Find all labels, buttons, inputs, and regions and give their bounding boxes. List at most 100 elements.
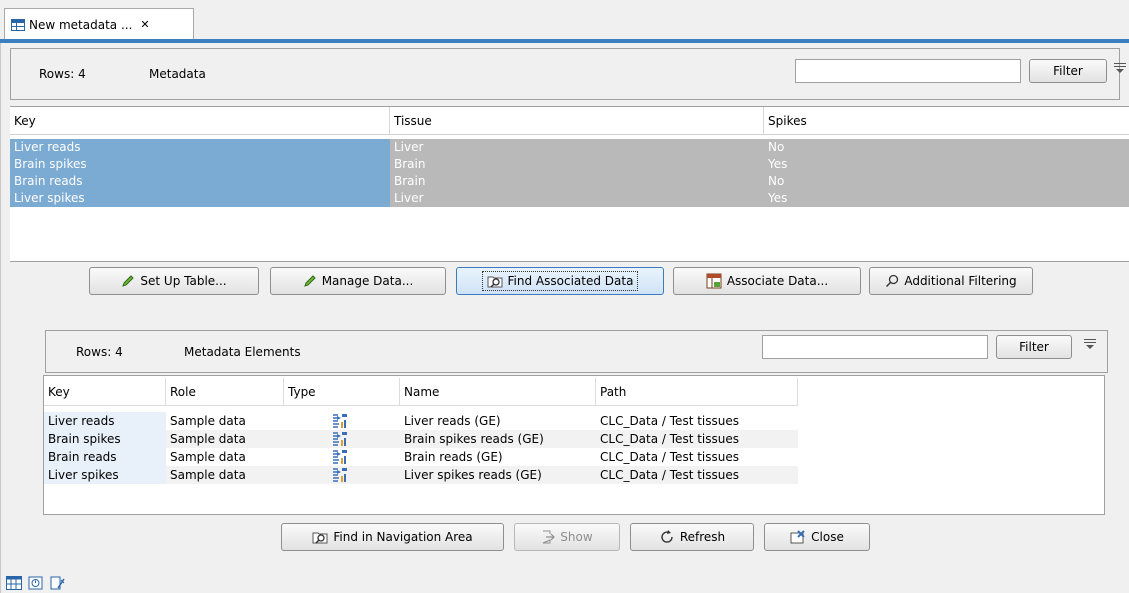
cell-name[interactable]: Liver spikes reads (GE) <box>400 466 596 484</box>
filter-button[interactable]: Filter <box>1029 59 1107 83</box>
cell-type[interactable] <box>284 412 400 430</box>
metadata-elements-header: Rows: 4 Metadata Elements Filter <box>45 330 1108 373</box>
manage-data-button[interactable]: Manage Data... <box>270 267 446 295</box>
associate-data-button[interactable]: Associate Data... <box>673 267 861 295</box>
cell-key[interactable]: Brain reads <box>44 448 166 466</box>
additional-filtering-button[interactable]: Additional Filtering <box>869 267 1033 295</box>
magnifier-icon <box>886 274 899 288</box>
column-header-tissue[interactable]: Tissue <box>390 107 764 135</box>
show-button[interactable]: Show <box>514 523 620 551</box>
focus-ring: Find Associated Data <box>481 271 639 291</box>
close-label: Close <box>811 530 844 544</box>
find-associated-data-label: Find Associated Data <box>507 274 634 288</box>
table-row[interactable]: Brain reads Brain No <box>10 173 1129 190</box>
section-title: Metadata <box>149 67 206 81</box>
table-header: Key Tissue Spikes <box>10 107 1129 135</box>
pencil-icon <box>122 275 135 287</box>
column-header-spikes[interactable]: Spikes <box>764 107 1129 135</box>
table-row[interactable]: Liver spikes Liver Yes <box>10 190 1129 207</box>
cell-spikes: Yes <box>764 156 1129 173</box>
cell-key: Brain spikes <box>10 156 390 173</box>
column-header-key[interactable]: Key <box>10 107 390 135</box>
metadata-table: Key Tissue Spikes Liver reads Liver No B… <box>10 106 1129 262</box>
cell-tissue: Liver <box>390 139 764 156</box>
pencil-icon <box>303 275 316 287</box>
cell-type[interactable] <box>284 448 400 466</box>
filter-button-label: Filter <box>1053 64 1083 78</box>
section-title: Metadata Elements <box>184 345 301 359</box>
refresh-label: Refresh <box>679 530 726 544</box>
annotation-view-icon[interactable] <box>50 576 66 590</box>
cell-key[interactable]: Brain spikes <box>44 430 166 448</box>
table-link-icon <box>706 273 722 289</box>
cell-role[interactable]: Sample data <box>166 448 284 466</box>
associate-data-label: Associate Data... <box>726 274 829 288</box>
tab-new-metadata[interactable]: New metadata ... ✕ <box>4 8 194 40</box>
table-row[interactable]: Liver reads Liver No <box>10 139 1129 156</box>
sequence-list-icon <box>333 432 347 446</box>
column-header-type[interactable]: Type <box>284 378 400 406</box>
cell-path[interactable]: CLC_Data / Test tissues <box>596 466 798 484</box>
sequence-list-icon <box>333 450 347 464</box>
table-row[interactable]: Brain spikes Brain Yes <box>10 156 1129 173</box>
cell-key[interactable]: Liver spikes <box>44 466 166 484</box>
cell-key: Brain reads <box>10 173 390 190</box>
find-associated-data-button[interactable]: Find Associated Data <box>456 267 664 295</box>
cell-role[interactable]: Sample data <box>166 430 284 448</box>
cell-name[interactable]: Liver reads (GE) <box>400 412 596 430</box>
table-options-icon[interactable] <box>1084 339 1096 351</box>
metadata-elements-table: Key Role Type Name Path Liver reads Samp… <box>43 375 1105 515</box>
cell-tissue: Brain <box>390 173 764 190</box>
cell-role[interactable]: Sample data <box>166 412 284 430</box>
rows-count: Rows: 4 <box>76 345 123 359</box>
open-arrow-icon <box>543 530 556 544</box>
filter-button-label: Filter <box>1019 340 1049 354</box>
cell-tissue: Brain <box>390 156 764 173</box>
folder-search-icon <box>312 532 328 544</box>
metadata-header-panel: Rows: 4 Metadata Filter <box>10 48 1126 100</box>
rows-count: Rows: 4 <box>39 67 86 81</box>
history-view-icon[interactable] <box>28 576 44 590</box>
refresh-button[interactable]: Refresh <box>630 523 754 551</box>
cell-key: Liver spikes <box>10 190 390 207</box>
tab-close-icon[interactable]: ✕ <box>140 18 149 31</box>
filter-button[interactable]: Filter <box>996 335 1072 359</box>
cell-path[interactable]: CLC_Data / Test tissues <box>596 430 798 448</box>
view-switcher-bar <box>0 573 1129 593</box>
manage-data-label: Manage Data... <box>321 274 414 288</box>
table-icon <box>11 18 25 31</box>
set-up-table-label: Set Up Table... <box>140 274 227 288</box>
cell-spikes: No <box>764 139 1129 156</box>
cell-key: Liver reads <box>10 139 390 156</box>
column-header-name[interactable]: Name <box>400 378 596 406</box>
show-label: Show <box>560 530 593 544</box>
filter-input[interactable] <box>762 335 988 359</box>
set-up-table-button[interactable]: Set Up Table... <box>89 267 259 295</box>
table-options-icon[interactable] <box>1114 63 1126 75</box>
cell-path[interactable]: CLC_Data / Test tissues <box>596 448 798 466</box>
close-button[interactable]: Close <box>764 523 870 551</box>
cell-path[interactable]: CLC_Data / Test tissues <box>596 412 798 430</box>
find-in-navigation-area-button[interactable]: Find in Navigation Area <box>281 523 504 551</box>
tab-title: New metadata ... <box>29 17 133 32</box>
cell-name[interactable]: Brain reads (GE) <box>400 448 596 466</box>
cell-type[interactable] <box>284 466 400 484</box>
column-header-key[interactable]: Key <box>44 378 166 406</box>
close-window-icon <box>790 530 805 544</box>
additional-filtering-label: Additional Filtering <box>904 274 1017 288</box>
filter-input[interactable] <box>795 59 1021 83</box>
sequence-list-icon <box>333 468 347 482</box>
table-view-icon[interactable] <box>6 576 22 590</box>
find-in-navigation-area-label: Find in Navigation Area <box>333 530 473 544</box>
cell-spikes: No <box>764 173 1129 190</box>
cell-key[interactable]: Liver reads <box>44 412 166 430</box>
cell-spikes: Yes <box>764 190 1129 207</box>
cell-name[interactable]: Brain spikes reads (GE) <box>400 430 596 448</box>
sequence-list-icon <box>333 414 347 428</box>
folder-search-icon <box>487 276 503 288</box>
column-header-path[interactable]: Path <box>596 378 798 406</box>
cell-type[interactable] <box>284 430 400 448</box>
cell-tissue: Liver <box>390 190 764 207</box>
column-header-role[interactable]: Role <box>166 378 284 406</box>
cell-role[interactable]: Sample data <box>166 466 284 484</box>
